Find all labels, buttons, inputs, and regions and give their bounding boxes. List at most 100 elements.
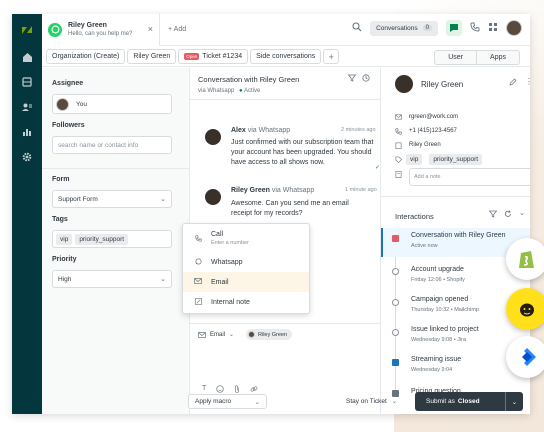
apply-macro-button[interactable]: Apply macro ⌄ <box>188 394 267 409</box>
assignee-field[interactable]: You <box>52 94 172 114</box>
add-side-conversation-button[interactable]: + <box>323 49 340 64</box>
stay-on-ticket-select[interactable]: Stay on Ticket ⌄ <box>346 397 397 405</box>
chevron-down-icon[interactable]: ⌄ <box>505 392 523 411</box>
tab-subtitle: Hello, can you help me? <box>68 30 133 37</box>
tags-label: Tags <box>52 216 68 223</box>
submit-button[interactable]: Submit as Closed ⌄ <box>415 392 523 411</box>
conversation-meta: via Whatsapp ● Active <box>198 88 260 94</box>
note-icon <box>395 171 402 178</box>
customer-phone-row: +1 (415)123-4567 <box>395 128 457 135</box>
conversations-count: 0 <box>422 25 432 31</box>
message-time: 2 minutes ago <box>341 127 376 133</box>
chevron-down-icon: ⌄ <box>160 196 166 203</box>
context-panel-toggle: User Apps <box>434 50 520 65</box>
customer-org-row: Riley Green <box>395 142 441 149</box>
ticket-tab[interactable]: Riley Green Hello, can you help me? × <box>42 14 160 46</box>
shopify-logo-icon <box>506 238 544 280</box>
top-bar: Riley Green Hello, can you help me? × + … <box>42 14 530 46</box>
customer-phone[interactable]: +1 (415)123-4567 <box>409 128 457 135</box>
ticket-status-icon <box>392 390 399 397</box>
tag-chip[interactable]: priority_support <box>75 233 129 245</box>
phone-icon <box>193 234 203 244</box>
conversations-button[interactable]: Conversations 0 <box>370 20 438 36</box>
user-tab[interactable]: User <box>434 50 478 65</box>
tag-chip[interactable]: vip <box>406 154 423 165</box>
customer-org[interactable]: Riley Green <box>409 142 441 149</box>
customer-note-input[interactable]: Add a note <box>409 168 530 186</box>
composer-channel-select[interactable]: Email ⌄ <box>198 331 234 338</box>
interaction-title[interactable]: Account upgrade <box>411 266 464 273</box>
apps-grid-icon[interactable] <box>488 22 498 34</box>
menu-item-call[interactable]: Call Enter a number <box>183 226 309 252</box>
message-author: Riley Green <box>231 187 270 194</box>
home-icon[interactable] <box>21 51 33 63</box>
apps-tab[interactable]: Apps <box>477 50 520 65</box>
timeline-dot-icon <box>392 268 399 275</box>
customer-avatar <box>205 189 221 205</box>
app-window: Riley Green Hello, can you help me? × + … <box>12 14 530 414</box>
tag-chip[interactable]: priority_support <box>429 154 483 165</box>
followers-input[interactable]: search name or contact info <box>52 136 172 154</box>
ticket-properties-panel: Assignee You Followers search name or co… <box>42 68 190 414</box>
message-time: 1 minute ago <box>345 187 377 193</box>
history-icon[interactable] <box>362 74 370 84</box>
submit-status: Closed <box>457 398 480 405</box>
tags-field[interactable]: vip priority_support <box>52 230 172 248</box>
conversation-title: Conversation with Riley Green <box>198 75 300 84</box>
channel-menu: Call Enter a number Whatsapp Email Inter… <box>182 223 310 314</box>
crumb-side-conversations[interactable]: Side conversations <box>250 49 322 64</box>
menu-item-whatsapp[interactable]: Whatsapp <box>183 252 309 272</box>
interaction-title[interactable]: Campaign opened <box>411 296 468 303</box>
recipient-chip[interactable]: Riley Green <box>246 329 293 340</box>
interaction-title[interactable]: Streaming issue <box>411 356 461 363</box>
interaction-title[interactable]: Issue linked to project <box>411 326 479 333</box>
conversations-label: Conversations <box>376 24 418 32</box>
close-tab-icon[interactable]: × <box>148 24 153 34</box>
customers-icon[interactable] <box>21 101 33 113</box>
refresh-icon[interactable] <box>504 210 512 220</box>
settings-gear-icon[interactable] <box>21 151 33 163</box>
edit-icon[interactable] <box>509 78 517 88</box>
add-tab-button[interactable]: + Add <box>168 26 186 33</box>
customer-avatar <box>395 75 413 93</box>
crumb-ticket[interactable]: Open Ticket #1234 <box>178 49 249 64</box>
chevron-down-icon[interactable]: ⌄ <box>519 209 525 217</box>
menu-item-label: Call <box>211 231 224 238</box>
menu-item-email[interactable]: Email <box>183 272 309 292</box>
divider <box>190 99 380 100</box>
zendesk-logo-icon[interactable] <box>21 24 33 36</box>
chat-icon[interactable] <box>446 20 462 36</box>
filter-icon[interactable] <box>488 210 498 220</box>
more-options-icon[interactable]: ⋮ <box>525 77 530 86</box>
organization-icon <box>395 142 402 149</box>
tag-icon <box>395 156 402 163</box>
mailchimp-logo-icon <box>506 288 544 330</box>
views-icon[interactable] <box>21 76 33 88</box>
divider <box>190 323 380 324</box>
customer-email[interactable]: rgreen@work.com <box>409 114 458 120</box>
form-select[interactable]: Support Form ⌄ <box>52 190 172 208</box>
whatsapp-icon <box>48 22 62 37</box>
interaction-title: Conversation with Riley Green <box>411 232 506 239</box>
stay-on-ticket-label: Stay on Ticket <box>346 398 387 405</box>
phone-icon[interactable] <box>470 22 480 34</box>
menu-item-internal-note[interactable]: Internal note <box>183 292 309 312</box>
agent-avatar[interactable] <box>506 20 522 36</box>
ticket-number: Ticket #1234 <box>202 53 243 60</box>
message-via: via Whatsapp <box>271 187 315 194</box>
tab-title: Riley Green <box>68 21 107 29</box>
agent-avatar <box>205 129 221 145</box>
tag-chip[interactable]: vip <box>56 233 73 245</box>
reporting-icon[interactable] <box>21 126 33 138</box>
message-via: via Whatsapp <box>247 127 291 134</box>
crumb-user[interactable]: Riley Green <box>127 49 177 64</box>
priority-select[interactable]: High ⌄ <box>52 270 172 288</box>
crumb-organization[interactable]: Organization (Create) <box>46 49 126 64</box>
interactions-title: Interactions <box>395 212 434 221</box>
message-author: Alex <box>231 127 246 134</box>
search-icon[interactable] <box>352 22 362 34</box>
form-value: Support Form <box>58 195 98 203</box>
filter-icon[interactable] <box>347 74 357 84</box>
assignee-label: Assignee <box>52 80 84 87</box>
timeline-line <box>395 234 396 394</box>
